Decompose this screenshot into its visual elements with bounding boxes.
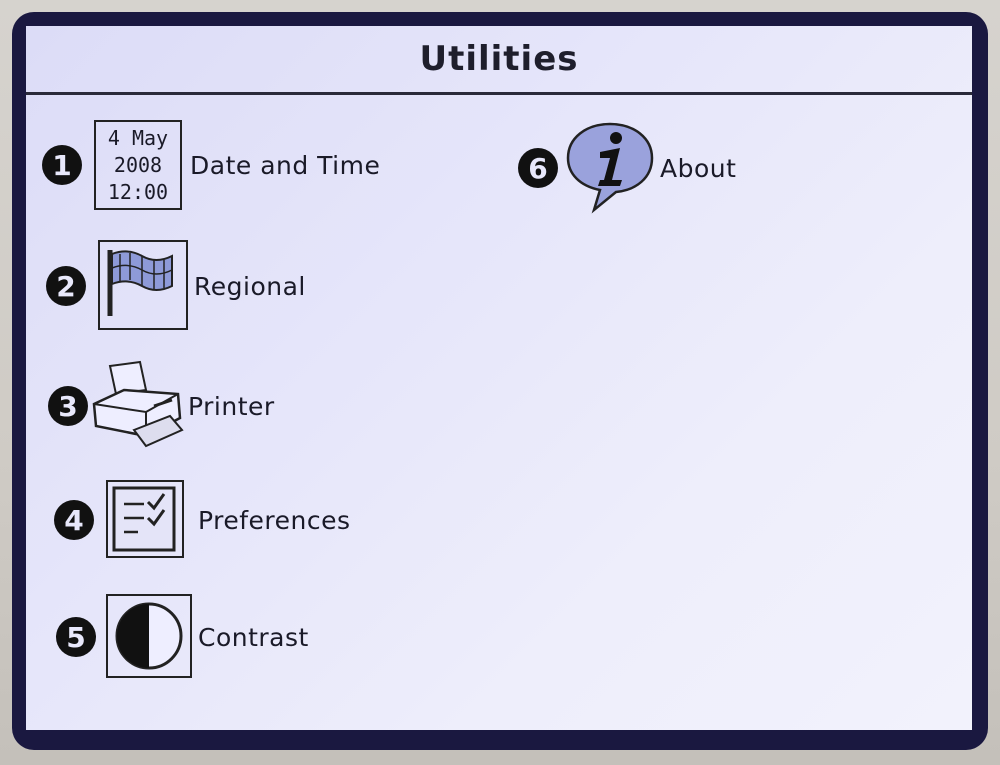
info-bubble-icon: [566, 122, 654, 214]
page-title: Utilities: [419, 39, 579, 79]
lcd-screen: Utilities 1 4 May 2008 12:00 Date and Ti…: [26, 26, 972, 730]
menu-item-label: Preferences: [198, 505, 351, 535]
menu-item-label: Contrast: [198, 622, 309, 652]
menu-item-preferences[interactable]: 4 Preferences: [54, 480, 351, 560]
flag-icon: [98, 240, 188, 330]
menu-item-contrast[interactable]: 5 Contrast: [56, 594, 309, 680]
calendar-icon: 4 May 2008 12:00: [94, 120, 182, 210]
number-badge: 3: [48, 386, 88, 426]
menu-item-regional[interactable]: 2 Regional: [46, 240, 306, 332]
menu-item-label: Regional: [194, 271, 306, 301]
menu-item-label: Printer: [188, 391, 275, 421]
number-badge: 5: [56, 617, 96, 657]
number-badge: 1: [42, 145, 82, 185]
calendar-date: 4 May: [107, 125, 169, 150]
printer-icon: [92, 360, 184, 448]
number-badge: 6: [518, 148, 558, 188]
menu-item-date-and-time[interactable]: 1 4 May 2008 12:00 Date and Time: [42, 120, 380, 210]
device-bezel: Utilities 1 4 May 2008 12:00 Date and Ti…: [0, 0, 1000, 765]
checklist-icon: [106, 480, 184, 558]
calendar-year: 2008: [113, 152, 163, 177]
menu-item-label: About: [660, 153, 737, 183]
number-badge: 4: [54, 500, 94, 540]
contrast-icon: [106, 594, 192, 678]
menu-item-label: Date and Time: [190, 150, 381, 180]
menu-item-printer[interactable]: 3 Printer: [48, 360, 275, 452]
number-badge: 2: [46, 266, 86, 306]
title-bar: Utilities: [26, 26, 972, 95]
menu-item-about[interactable]: 6 About: [518, 122, 736, 214]
calendar-time: 12:00: [107, 179, 169, 204]
